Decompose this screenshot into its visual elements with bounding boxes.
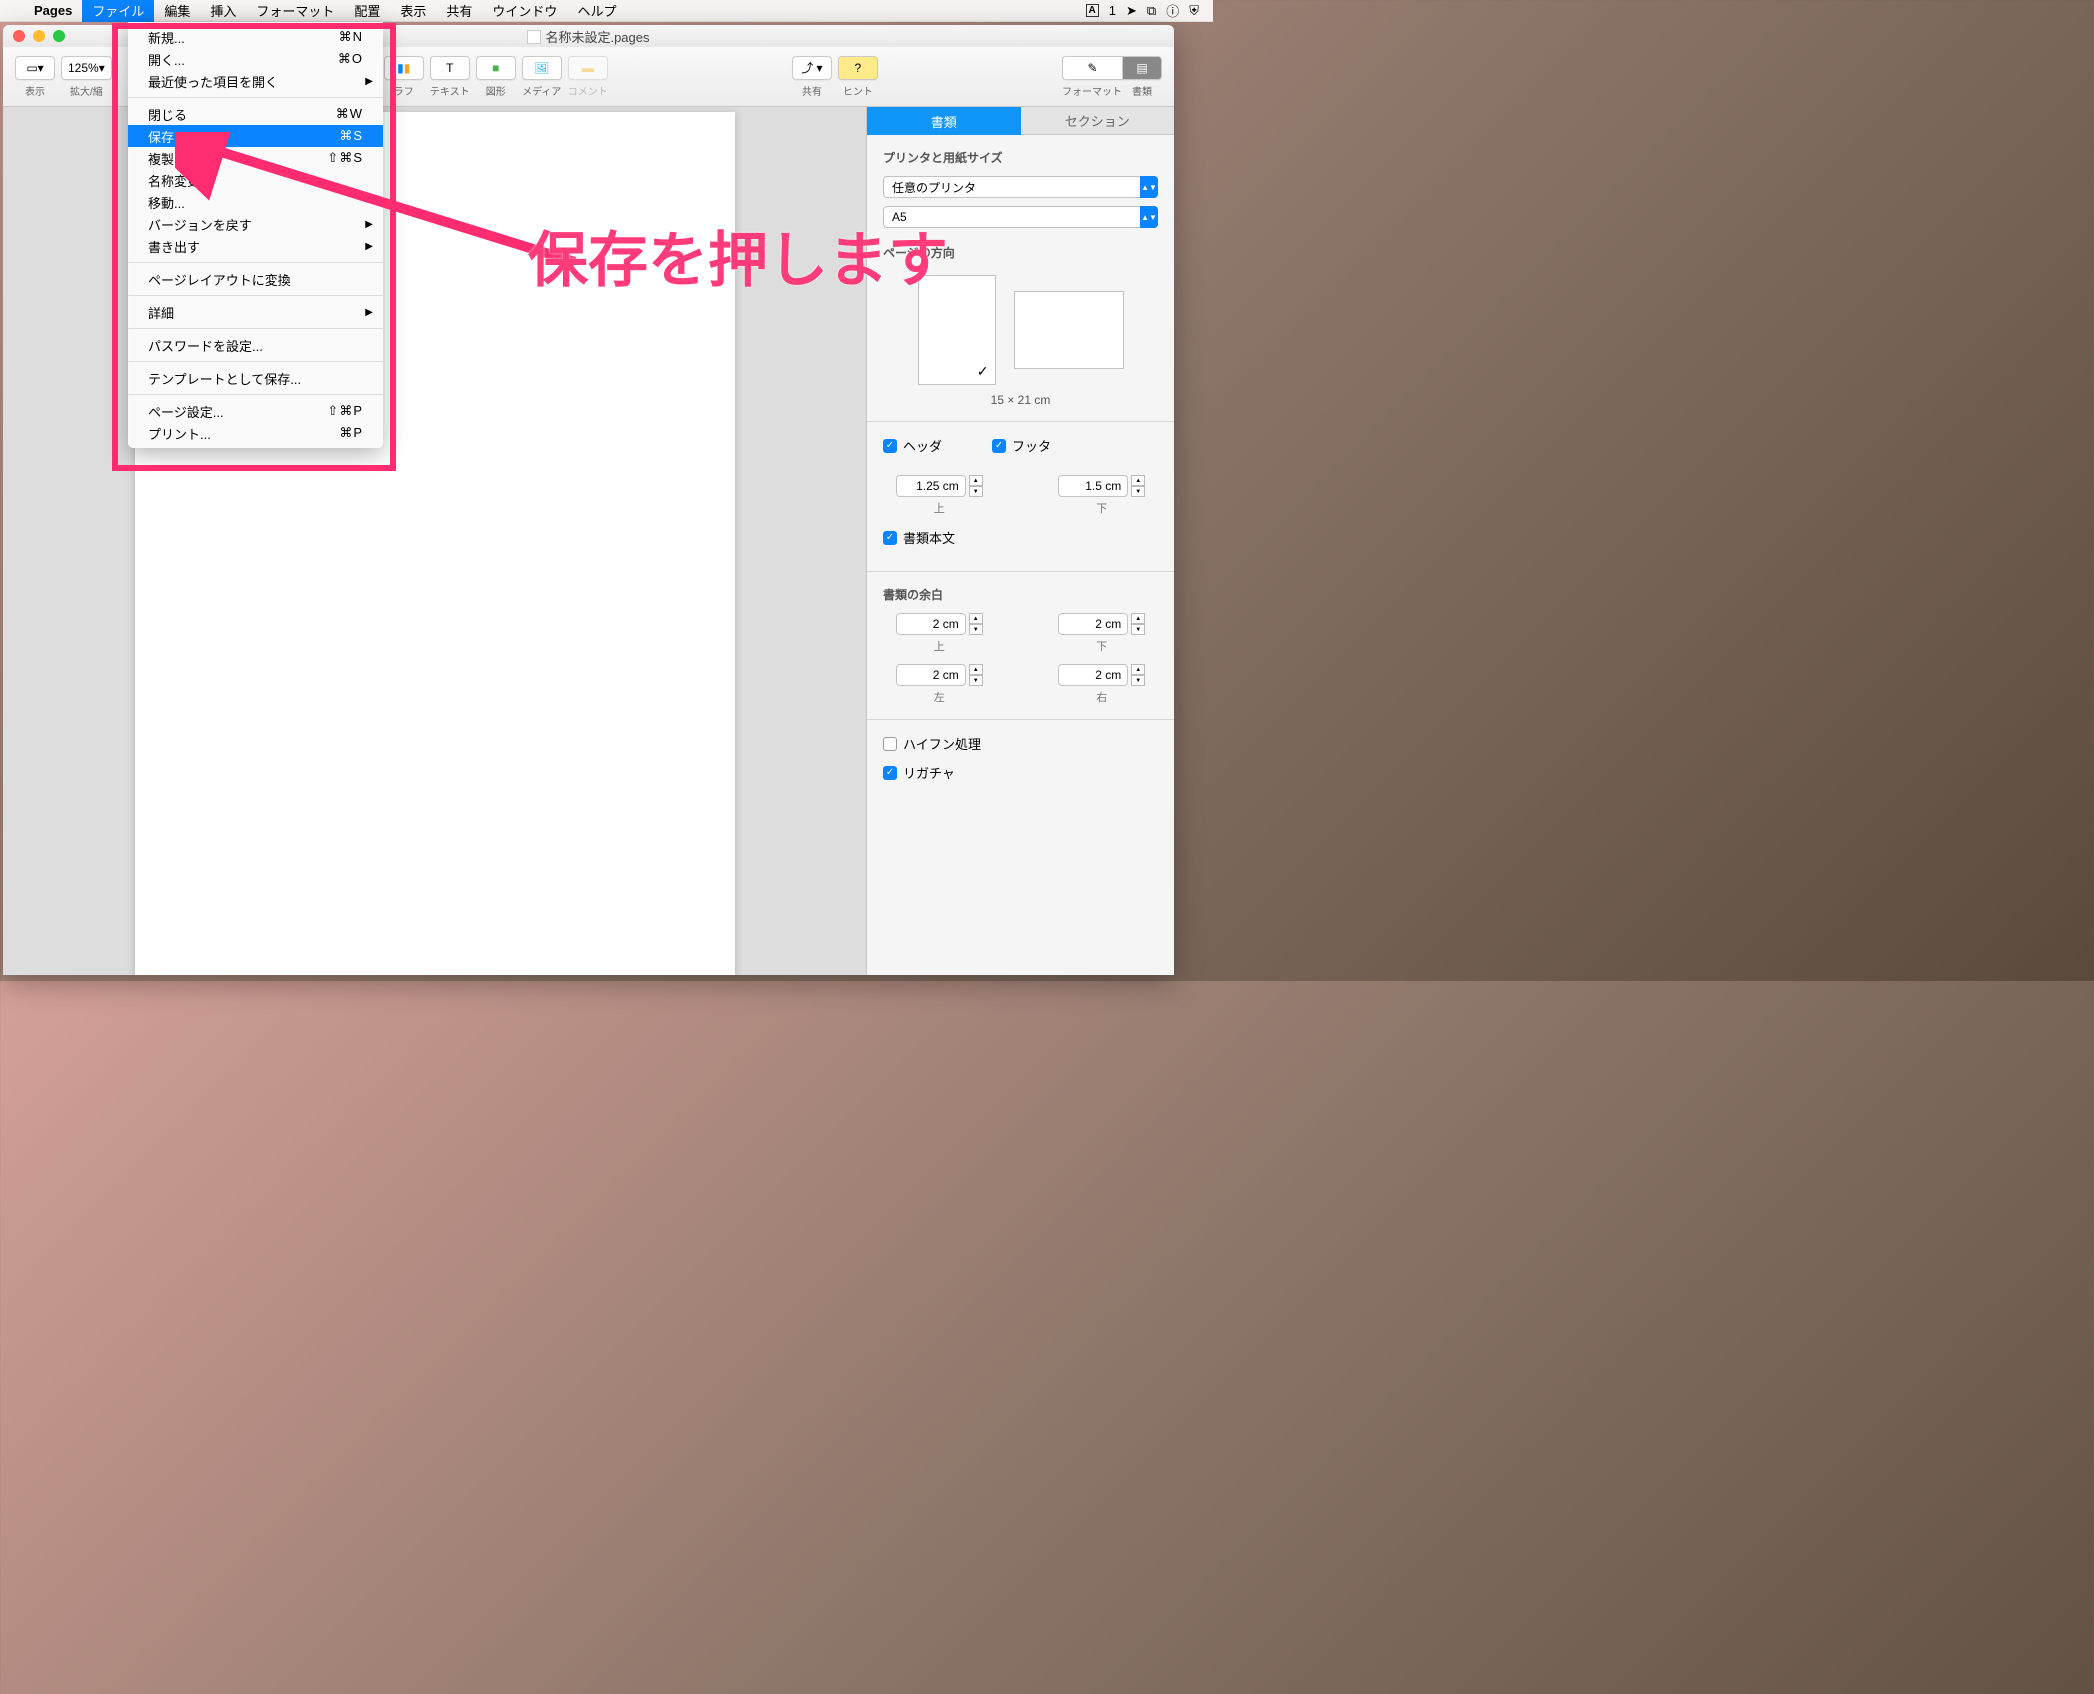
document-icon <box>527 30 541 44</box>
stepper[interactable]: ▲▼ <box>969 664 983 686</box>
menu-item[interactable]: 最近使った項目を開く▶ <box>128 70 383 92</box>
orientation-heading: ページの方向 <box>883 244 1158 261</box>
page-dimensions: 15 × 21 cm <box>883 393 1158 407</box>
menu-item[interactable]: ページ設定...⇧⌘P <box>128 400 383 422</box>
share-label: 共有 <box>802 83 822 98</box>
menu-item[interactable]: バージョンを戻す▶ <box>128 213 383 235</box>
menubar-edit[interactable]: 編集 <box>154 0 200 22</box>
inspector-panel: 書類 セクション プリンタと用紙サイズ 任意のプリンタ ▲▼ A5 ▲▼ ページ… <box>866 107 1174 975</box>
chart-button[interactable]: ▮▮ <box>384 56 424 80</box>
stepper[interactable]: ▲▼ <box>969 475 983 497</box>
format-label: フォーマット <box>1062 83 1122 98</box>
share-button[interactable]: ⤴ ▾ <box>792 56 832 80</box>
header-value[interactable]: 1.25 cm <box>896 475 966 497</box>
stepper[interactable]: ▲▼ <box>969 613 983 635</box>
chart-label: ラフ <box>394 83 414 98</box>
media-button[interactable]: 🖼 <box>522 56 562 80</box>
tab-document[interactable]: 書類 <box>867 107 1021 135</box>
check-icon: ✓ <box>977 363 989 380</box>
menubar-window[interactable]: ウインドウ <box>482 0 567 22</box>
chevron-icon: ▲▼ <box>1140 176 1158 198</box>
stepper[interactable]: ▲▼ <box>1131 664 1145 686</box>
dropbox-icon[interactable]: ⧉ <box>1147 3 1156 19</box>
body-label: 書類本文 <box>903 528 955 547</box>
menubar-status-icons: A 1 ➤ ⧉ ⓘ ⛨ <box>1086 1 1205 20</box>
margin-left-value[interactable]: 2 cm <box>896 664 966 686</box>
margin-top-value[interactable]: 2 cm <box>896 613 966 635</box>
shape-label: 図形 <box>486 83 506 98</box>
comment-label: コメント <box>568 83 608 98</box>
zoom-label: 拡大/縮 <box>70 83 103 98</box>
menu-item[interactable]: 移動... <box>128 191 383 213</box>
menubar-app[interactable]: Pages <box>24 0 82 22</box>
hyphen-checkbox[interactable] <box>883 737 897 751</box>
footer-label: フッタ <box>1012 436 1051 455</box>
document-label: 書類 <box>1122 83 1162 98</box>
menu-item[interactable]: パスワードを設定... <box>128 334 383 356</box>
format-button[interactable]: ✎ <box>1062 56 1122 80</box>
ligature-checkbox[interactable]: ✓ <box>883 766 897 780</box>
hint-label: ヒント <box>843 83 873 98</box>
margin-right-value[interactable]: 2 cm <box>1058 664 1128 686</box>
paper-select[interactable]: A5 <box>883 206 1158 228</box>
view-label: 表示 <box>25 83 45 98</box>
media-label: メディア <box>522 83 561 98</box>
menu-item[interactable]: 書き出す▶ <box>128 235 383 257</box>
text-button[interactable]: T <box>430 56 470 80</box>
menubar-format[interactable]: フォーマット <box>246 0 344 22</box>
sync-icon[interactable]: ➤ <box>1126 3 1137 19</box>
menu-item[interactable]: 新規...⌘N <box>128 26 383 48</box>
menu-item[interactable]: プリント...⌘P <box>128 422 383 444</box>
menubar-help[interactable]: ヘルプ <box>567 0 626 22</box>
menubar-insert[interactable]: 挿入 <box>200 0 246 22</box>
adobe-icon[interactable]: A <box>1086 4 1099 17</box>
shield-icon[interactable]: ⛨ <box>1189 3 1199 19</box>
menu-item[interactable]: ページレイアウトに変換 <box>128 268 383 290</box>
comment-button[interactable]: ▬ <box>568 56 608 80</box>
stepper[interactable]: ▲▼ <box>1131 475 1145 497</box>
zoom-button[interactable]: 125% ▾ <box>61 56 112 80</box>
printer-select[interactable]: 任意のプリンタ <box>883 176 1158 198</box>
margin-bottom-value[interactable]: 2 cm <box>1058 613 1128 635</box>
info-icon[interactable]: ⓘ <box>1166 1 1179 20</box>
menu-item[interactable]: 名称変更... <box>128 169 383 191</box>
menu-item[interactable]: テンプレートとして保存... <box>128 367 383 389</box>
orientation-portrait[interactable]: ✓ <box>918 275 996 385</box>
ligature-label: リガチャ <box>903 763 955 782</box>
menu-item[interactable]: 複製⇧⌘S <box>128 147 383 169</box>
system-menubar: Pages ファイル 編集 挿入 フォーマット 配置 表示 共有 ウインドウ ヘ… <box>0 0 1213 22</box>
document-button[interactable]: ▤ <box>1122 56 1162 80</box>
header-label: ヘッダ <box>903 436 942 455</box>
footer-value[interactable]: 1.5 cm <box>1058 475 1128 497</box>
printer-heading: プリンタと用紙サイズ <box>883 149 1158 166</box>
menu-item[interactable]: 開く...⌘O <box>128 48 383 70</box>
menu-item[interactable]: 詳細▶ <box>128 301 383 323</box>
text-label: テキスト <box>430 83 470 98</box>
menubar-share[interactable]: 共有 <box>436 0 482 22</box>
view-button[interactable]: ▭▾ <box>15 56 55 80</box>
hint-button[interactable]: ? <box>838 56 878 80</box>
menubar-file[interactable]: ファイル <box>82 0 154 22</box>
footer-checkbox[interactable]: ✓ <box>992 439 1006 453</box>
shape-button[interactable]: ■ <box>476 56 516 80</box>
tab-section[interactable]: セクション <box>1021 107 1175 135</box>
header-checkbox[interactable]: ✓ <box>883 439 897 453</box>
file-menu-dropdown: 新規...⌘N開く...⌘O最近使った項目を開く▶ 閉じる⌘W保存⌘S複製⇧⌘S名… <box>128 22 383 448</box>
hyphen-label: ハイフン処理 <box>903 734 981 753</box>
menu-item[interactable]: 閉じる⌘W <box>128 103 383 125</box>
orientation-landscape[interactable] <box>1014 291 1124 369</box>
body-checkbox[interactable]: ✓ <box>883 531 897 545</box>
menubar-view[interactable]: 表示 <box>390 0 436 22</box>
margins-heading: 書類の余白 <box>883 586 1158 603</box>
badge-count: 1 <box>1109 3 1116 18</box>
chevron-icon: ▲▼ <box>1140 206 1158 228</box>
menu-item[interactable]: 保存⌘S <box>128 125 383 147</box>
stepper[interactable]: ▲▼ <box>1131 613 1145 635</box>
menubar-arrange[interactable]: 配置 <box>344 0 390 22</box>
